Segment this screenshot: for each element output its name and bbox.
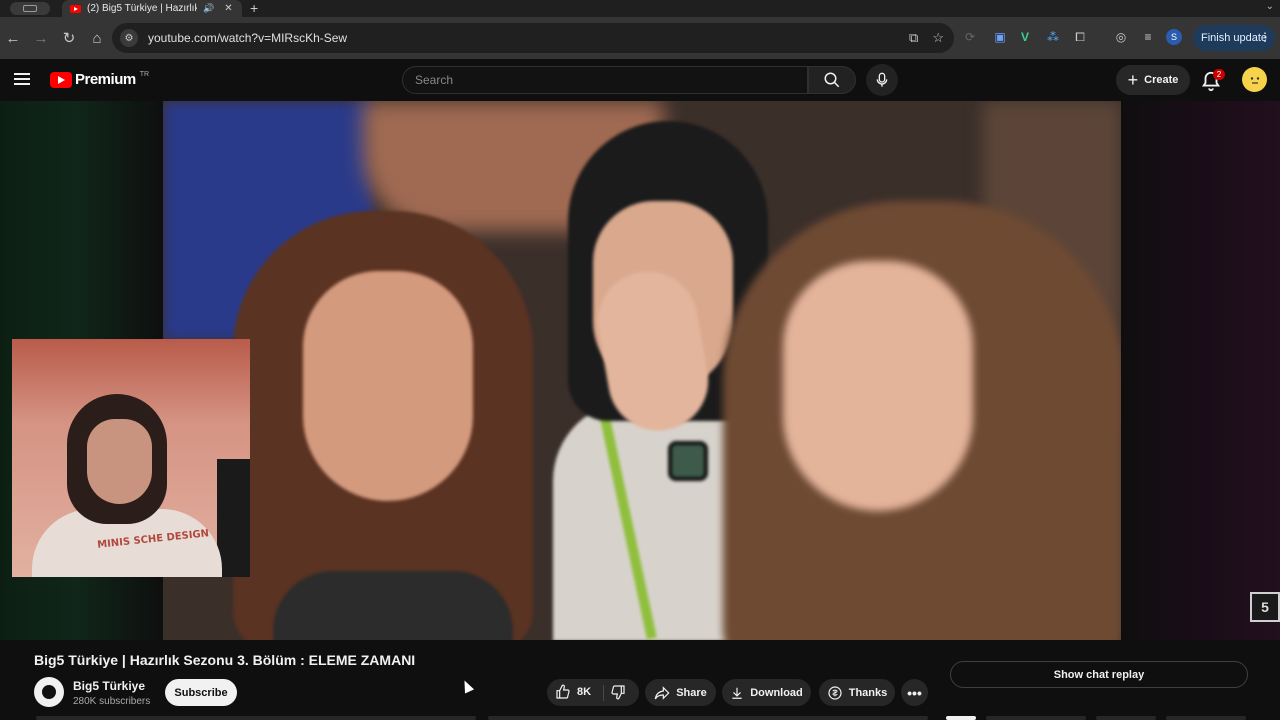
like-count: 8K [577, 686, 592, 698]
download-label: Download [750, 686, 803, 699]
video-player[interactable]: MINIS SCHE DESIGN 5 [0, 101, 1280, 640]
account-avatar[interactable] [1242, 67, 1267, 92]
create-label: Create [1144, 74, 1179, 86]
below-fold-chip[interactable] [986, 716, 1086, 720]
below-fold-strip [36, 716, 1246, 720]
browser-tab-youtube[interactable]: (2) Big5 Türkiye | Hazırlık 🔊 ✕ [62, 0, 242, 17]
extension-puzzle-dim-icon[interactable]: ⟳ [962, 29, 978, 45]
search-input[interactable] [415, 73, 807, 87]
below-fold-chip[interactable] [1166, 716, 1246, 720]
person-left-face [303, 271, 473, 501]
big5-corner-logo: 5 [1250, 592, 1280, 622]
download-icon [732, 687, 742, 699]
share-button[interactable]: Share [645, 679, 716, 706]
channel-avatar[interactable] [34, 677, 64, 707]
search-icon [824, 72, 840, 88]
smartwatch [668, 441, 708, 481]
person-left-shirt [273, 571, 513, 640]
notification-badge: 2 [1213, 69, 1225, 80]
download-button[interactable]: Download [722, 679, 811, 706]
forward-button[interactable]: → [28, 25, 54, 51]
tab-search-button[interactable] [10, 2, 50, 15]
home-button[interactable]: ⌂ [84, 25, 110, 51]
like-divider [603, 685, 604, 701]
thanks-label: Thanks [848, 686, 888, 699]
chevron-down-icon[interactable]: ⌄ [1266, 1, 1274, 12]
back-button[interactable]: ← [0, 25, 26, 51]
youtube-header: Premium TR + Create 2 [0, 59, 1280, 101]
microphone-icon [876, 72, 888, 87]
more-actions-button[interactable]: ••• [901, 679, 928, 706]
extension-v-icon[interactable]: V [1017, 29, 1033, 45]
webcam-face [87, 419, 152, 504]
below-fold-segment [36, 716, 476, 720]
dislike-button[interactable] [610, 684, 626, 705]
webcam-monitor [217, 459, 250, 577]
tab-title: (2) Big5 Türkiye | Hazırlık [87, 3, 197, 14]
youtube-premium-logo[interactable]: Premium TR [50, 71, 149, 88]
finish-update-label: Finish update [1201, 32, 1268, 44]
below-fold-segment [488, 716, 928, 720]
extensions-puzzle-icon[interactable]: ⧠ [1072, 29, 1088, 45]
speaker-icon[interactable]: 🔊 [203, 3, 214, 14]
video-info: Big5 Türkiye | Hazırlık Sezonu 3. Bölüm … [0, 640, 1280, 720]
tab-list-icon [23, 5, 37, 12]
logo-text: Premium [75, 71, 136, 88]
share-label: Share [676, 686, 707, 699]
webcam-overlay: MINIS SCHE DESIGN [12, 339, 250, 577]
site-info-icon[interactable]: ⚙ [120, 29, 138, 47]
below-fold-chip-active[interactable] [946, 716, 976, 720]
youtube-favicon-icon [70, 4, 81, 13]
subscribe-button[interactable]: Subscribe [165, 679, 237, 706]
thumbs-down-icon [611, 685, 625, 700]
smiley-avatar-icon [1250, 76, 1259, 84]
voice-search-button[interactable] [866, 64, 898, 96]
extension-screen-icon[interactable]: ▣ [992, 29, 1008, 45]
browser-toolbar: ← → ↻ ⌂ ⚙ youtube.com/watch?v=MIRscKh-Se… [0, 17, 1280, 59]
extension-translate-icon[interactable]: ⁂ [1045, 29, 1061, 45]
url-text[interactable]: youtube.com/watch?v=MIRscKh-Sew [148, 31, 347, 45]
new-tab-button[interactable]: + [250, 0, 258, 16]
search-button[interactable] [808, 66, 856, 94]
below-fold-chip[interactable] [1096, 716, 1156, 720]
media-controls-icon[interactable]: ≡ [1140, 29, 1156, 45]
menu-icon[interactable] [14, 73, 30, 85]
install-app-icon[interactable]: ⧉ [909, 30, 918, 46]
thumbs-up-icon [556, 684, 570, 699]
profile-avatar[interactable]: S [1166, 29, 1182, 45]
address-bar[interactable]: ⚙ youtube.com/watch?v=MIRscKh-Sew ⧉ ☆ [112, 23, 954, 53]
create-button[interactable]: + Create [1116, 65, 1190, 95]
logo-region: TR [139, 71, 150, 78]
search-box[interactable] [402, 66, 808, 94]
video-title: Big5 Türkiye | Hazırlık Sezonu 3. Bölüm … [34, 652, 416, 668]
thanks-button[interactable]: Thanks [819, 679, 895, 706]
person-right-face [783, 261, 973, 511]
subscriber-count: 280K subscribers [73, 696, 151, 707]
finish-update-button[interactable]: Finish update ⋮ [1193, 25, 1275, 51]
plus-icon: + [1127, 70, 1139, 90]
browser-tabstrip: (2) Big5 Türkiye | Hazırlık 🔊 ✕ + ⌄ [0, 0, 1280, 17]
channel-name[interactable]: Big5 Türkiye [73, 679, 145, 693]
like-button[interactable]: 8K [555, 684, 591, 700]
close-tab-icon[interactable]: ✕ [224, 3, 232, 14]
share-arrow-icon [654, 685, 670, 700]
youtube-play-logo-icon [50, 71, 72, 88]
bookmark-star-icon[interactable]: ☆ [932, 30, 944, 46]
kebab-menu-icon[interactable]: ⋮ [1259, 30, 1271, 44]
show-chat-replay-button[interactable]: Show chat replay [950, 661, 1248, 688]
video-frame[interactable] [163, 101, 1121, 640]
reload-button[interactable]: ↻ [56, 25, 82, 51]
channel-logo-icon [42, 685, 56, 699]
super-thanks-icon [828, 685, 842, 700]
performance-icon[interactable]: ◎ [1113, 29, 1129, 45]
